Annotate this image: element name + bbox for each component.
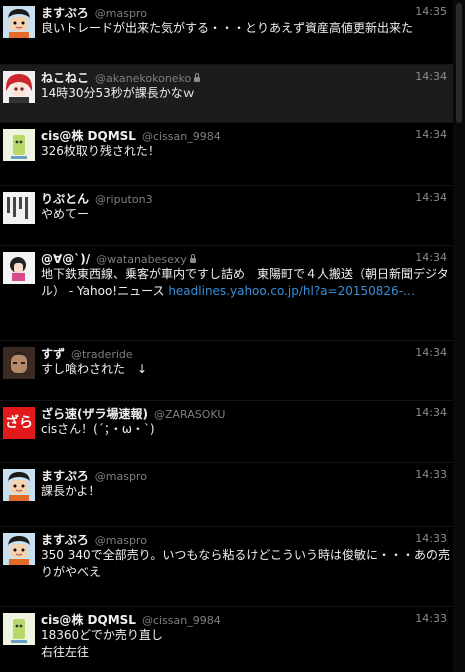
tweet-item[interactable]: りぷとん @riputon3 14:34 やめてー: [0, 185, 453, 245]
avatar[interactable]: [3, 533, 35, 565]
tweet-text: cisさん！(´；・ω・`): [41, 422, 155, 436]
tweet-time[interactable]: 14:34: [415, 190, 447, 206]
author-name[interactable]: すず: [41, 347, 65, 361]
tweet-text: 良いトレードが出来た気がする・・・とりあえず資産高値更新出来た: [41, 21, 414, 35]
tweet-item[interactable]: ますぷろ @maspro 14:33 350 340で全部売り。いつもなら粘るけど…: [0, 526, 453, 606]
author-handle[interactable]: @traderide: [71, 348, 133, 361]
author-name[interactable]: ますぷろ: [41, 6, 89, 20]
tweet-text: 326枚取り残された！: [41, 144, 160, 158]
tweet-link[interactable]: headlines.yahoo.co.jp/hl?a=20150826-…: [168, 284, 415, 298]
author-handle[interactable]: @akanekokoneko: [95, 72, 191, 85]
tweet-time[interactable]: 14:33: [415, 531, 447, 547]
avatar[interactable]: ざら: [3, 407, 35, 439]
author-handle[interactable]: @riputon3: [95, 193, 153, 206]
scrollbar[interactable]: [453, 0, 465, 672]
tweet-time[interactable]: 14:34: [415, 405, 447, 421]
tweet-time[interactable]: 14:34: [415, 127, 447, 143]
avatar[interactable]: [3, 469, 35, 501]
author-handle[interactable]: @maspro: [95, 534, 147, 547]
author-name[interactable]: cis@株 DQMSL: [41, 129, 136, 143]
tweet-item[interactable]: ざら ざら速(ザラ場速報) @ZARASOKU 14:34 cisさん！(´；・ω…: [0, 400, 453, 462]
tweet-text: 350 340で全部売り。いつもなら粘るけどこういう時は俊敏に・・・あの売りがや…: [41, 548, 451, 579]
tweet-text: すし喰わされた ↓: [41, 362, 148, 376]
avatar[interactable]: [3, 252, 35, 284]
tweet-time[interactable]: 14:33: [415, 467, 447, 483]
tweet-item[interactable]: すず @traderide 14:34 すし喰わされた ↓: [0, 340, 453, 400]
tweet-item[interactable]: ますぷろ @maspro 14:35 良いトレードが出来た気がする・・・とりあえず…: [0, 0, 453, 64]
avatar[interactable]: [3, 129, 35, 161]
lock-icon: [194, 73, 201, 82]
tweet-item[interactable]: cis@株 DQMSL @cissan_9984 14:33 18360どでか売り…: [0, 606, 453, 672]
author-name[interactable]: ますぷろ: [41, 469, 89, 483]
author-name[interactable]: りぷとん: [41, 192, 89, 206]
avatar-label: ざら: [5, 415, 33, 431]
author-handle[interactable]: @maspro: [95, 7, 147, 20]
tweet-time[interactable]: 14:35: [415, 4, 447, 20]
tweet-text: 18360どでか売り直し 右往左往: [41, 628, 163, 659]
tweet-time[interactable]: 14:34: [415, 345, 447, 361]
avatar[interactable]: [3, 6, 35, 38]
tweet-item[interactable]: ねこねこ @akanekokoneko 14:34 14時30分53秒が課長かなｗ: [0, 64, 453, 122]
author-name[interactable]: ざら速(ザラ場速報): [41, 407, 148, 421]
tweet-text: やめてー: [41, 207, 90, 221]
lock-icon: [189, 254, 196, 263]
avatar[interactable]: [3, 192, 35, 224]
avatar[interactable]: [3, 347, 35, 379]
tweet-item[interactable]: @∀@`)/ @watanabesexy 14:34 地下鉄東西線、乗客が車内です…: [0, 245, 453, 340]
tweet-time[interactable]: 14:34: [415, 250, 447, 266]
avatar[interactable]: [3, 71, 35, 103]
tweet-time[interactable]: 14:34: [415, 69, 447, 85]
author-name[interactable]: @∀@`)/: [41, 252, 90, 266]
scrollbar-thumb[interactable]: [456, 3, 462, 123]
author-name[interactable]: ねこねこ: [41, 71, 89, 85]
tweet-time[interactable]: 14:33: [415, 611, 447, 627]
tweet-text: 課長かよ！: [41, 484, 101, 498]
tweet-item[interactable]: ますぷろ @maspro 14:33 課長かよ！: [0, 462, 453, 526]
avatar[interactable]: [3, 613, 35, 645]
tweet-text: 14時30分53秒が課長かなｗ: [41, 86, 195, 100]
author-handle[interactable]: @maspro: [95, 470, 147, 483]
author-handle[interactable]: @ZARASOKU: [154, 408, 225, 421]
timeline: ますぷろ @maspro 14:35 良いトレードが出来た気がする・・・とりあえず…: [0, 0, 453, 672]
tweet-text: 地下鉄東西線、乗客が車内ですし詰め 東陽町で４人搬送（朝日新聞デジタル） - Y…: [41, 266, 451, 300]
tweet-item[interactable]: cis@株 DQMSL @cissan_9984 14:34 326枚取り残された…: [0, 122, 453, 185]
author-handle[interactable]: @cissan_9984: [142, 614, 221, 627]
author-name[interactable]: cis@株 DQMSL: [41, 613, 136, 627]
author-name[interactable]: ますぷろ: [41, 533, 89, 547]
author-handle[interactable]: @cissan_9984: [142, 130, 221, 143]
author-handle[interactable]: @watanabesexy: [96, 253, 187, 266]
